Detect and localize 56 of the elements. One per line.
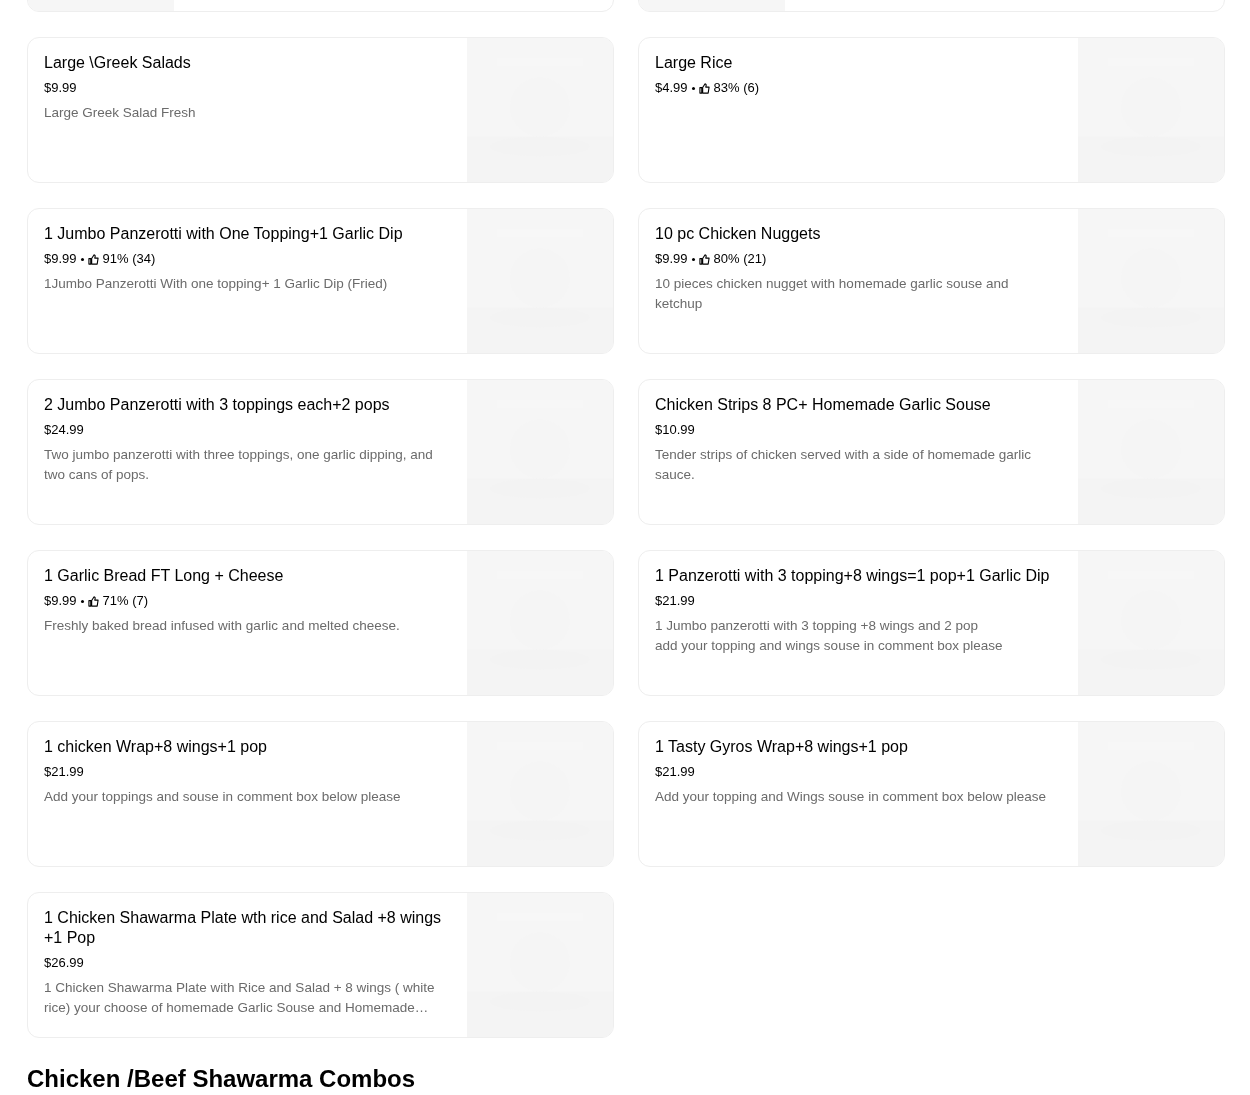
item-description: Large Greek Salad Fresh: [44, 104, 197, 122]
item-price: $9.99: [655, 250, 688, 268]
thumbs-up-icon: [87, 253, 99, 265]
thumbs-up-icon: [698, 253, 710, 265]
menu-card[interactable]: 1 chicken Wrap+8 wings+1 pop $21.99 Add your toppings and souse in comment box below please: [27, 721, 614, 867]
item-price: $9.99: [44, 250, 77, 268]
separator-dot: [691, 86, 695, 90]
item-title: 1 Panzerotti with 3 topping+8 wings=1 pop+1 Garlic Dip: [655, 566, 1051, 586]
item-title: 10 pc Chicken Nuggets: [655, 224, 822, 244]
menu-card[interactable]: 1 Garlic Bread FT Long + Cheese $9.99 71% (7) Freshly baked bread infused with garlic and melted cheese.: [27, 550, 614, 696]
thumbs-up-icon: [698, 82, 710, 94]
menu-card[interactable]: 10 pc Chicken Nuggets $9.99 80% (21) 10 pieces chicken nugget with homemade garlic souse and ketchup: [638, 208, 1225, 354]
thumbs-up-icon: [87, 595, 99, 607]
item-description: 1Jumbo Panzerotti With one topping+ 1 Garlic Dip (Fried): [44, 275, 389, 293]
item-title: 2 Jumbo Panzerotti with 3 toppings each+2 pops: [44, 395, 391, 415]
menu-card[interactable]: 1 Panzerotti with 3 topping+8 wings=1 pop+1 Garlic Dip $21.99 1 Jumbo panzerotti with 3 topping +8 wings and 2 pop add your topping and wings souse in comment box please: [638, 550, 1225, 696]
menu-card[interactable]: Large Rice $4.99 83% (6): [638, 37, 1225, 183]
item-description: Add your topping and Wings souse in comment box below please: [655, 788, 1047, 806]
item-description: Add your toppings and souse in comment box below please: [44, 788, 402, 806]
item-title: Chicken Strips 8 PC+ Homemade Garlic Souse: [655, 395, 992, 415]
item-rating: 71% (7): [102, 592, 149, 610]
item-rating: 80% (21): [713, 250, 767, 268]
item-price: $24.99: [44, 421, 84, 439]
item-rating: 83% (6): [713, 79, 760, 97]
item-description: Two jumbo panzerotti with three toppings, one garlic dipping, and two cans of pops.: [44, 446, 434, 484]
item-title: 1 Jumbo Panzerotti with One Topping+1 Garlic Dip: [44, 224, 404, 244]
menu-card[interactable]: 2 Jumbo Panzerotti with 3 toppings each+2 pops $24.99 Two jumbo panzerotti with three toppings, one garlic dipping, and two cans of pops.: [27, 379, 614, 525]
item-title: 1 Chicken Shawarma Plate wth rice and Salad +8 wings +1 Pop: [44, 908, 443, 948]
item-price: $26.99: [44, 954, 84, 972]
item-price: $9.99: [44, 79, 77, 97]
item-price: $4.99: [655, 79, 688, 97]
item-description: Tender strips of chicken served with a side of homemade garlic sauce.: [655, 446, 1032, 484]
separator-dot: [80, 257, 84, 261]
item-price: $21.99: [655, 592, 695, 610]
item-description: 1 Jumbo panzerotti with 3 topping +8 wings and 2 pop add your topping and wings souse in comment box please: [655, 617, 1004, 655]
menu-card[interactable]: Chicken Strips 8 PC+ Homemade Garlic Souse $10.99 Tender strips of chicken served with a side of homemade garlic sauce.: [638, 379, 1225, 525]
menu-card[interactable]: Large \Greek Salads $9.99 Large Greek Salad Fresh: [27, 37, 614, 183]
menu-card[interactable]: 1 Chicken Shawarma Plate wth rice and Salad +8 wings +1 Pop $26.99 1 Chicken Shawarma Plate with Rice and Salad + 8 wings ( white rice) your choose of homemade Garlic Souse and Homemade…: [27, 892, 614, 1038]
item-description: 1 Chicken Shawarma Plate with Rice and Salad + 8 wings ( white rice) your choose of homemade Garlic Souse and Homemade…: [44, 979, 436, 1017]
item-title: Large \Greek Salads: [44, 53, 192, 73]
item-title: 1 Garlic Bread FT Long + Cheese: [44, 566, 285, 586]
separator-dot: [80, 599, 84, 603]
item-title: 1 chicken Wrap+8 wings+1 pop: [44, 737, 268, 757]
menu-card[interactable]: 1 Tasty Gyros Wrap+8 wings+1 pop $21.99 Add your topping and Wings souse in comment box below please: [638, 721, 1225, 867]
item-title: 1 Tasty Gyros Wrap+8 wings+1 pop: [655, 737, 909, 757]
menu-card[interactable]: 1 Jumbo Panzerotti with One Topping+1 Garlic Dip $9.99 91% (34) 1Jumbo Panzerotti With one topping+ 1 Garlic Dip (Fried): [27, 208, 614, 354]
item-title: Large Rice: [655, 53, 734, 73]
item-price: $21.99: [655, 763, 695, 781]
section-heading: Chicken /Beef Shawarma Combos: [27, 1064, 417, 1094]
separator-dot: [691, 257, 695, 261]
item-description: Freshly baked bread infused with garlic and melted cheese.: [44, 617, 401, 635]
item-price: $9.99: [44, 592, 77, 610]
item-rating: 91% (34): [102, 250, 156, 268]
item-price: $10.99: [655, 421, 695, 439]
item-description: 10 pieces chicken nugget with homemade garlic souse and ketchup: [655, 275, 1010, 313]
item-price: $21.99: [44, 763, 84, 781]
